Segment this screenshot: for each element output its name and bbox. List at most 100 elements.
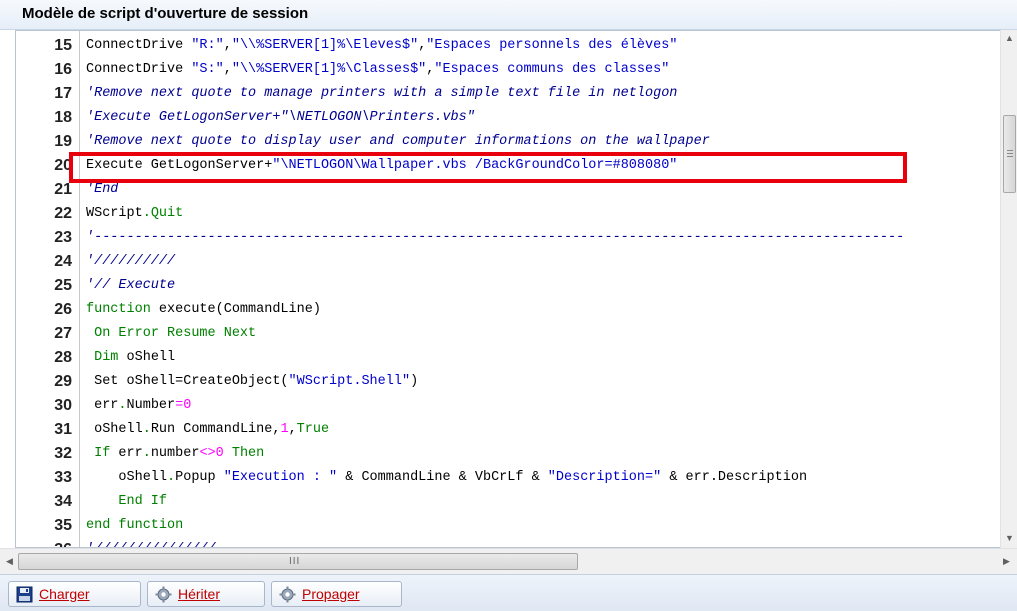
code-token: & CommandLine & VbCrLf &	[337, 470, 548, 485]
code-line[interactable]: On Error Resume Next	[86, 322, 256, 346]
code-token: ,	[223, 62, 232, 77]
code-line[interactable]: err.Number=0	[86, 394, 191, 418]
code-token: Quit	[150, 206, 184, 221]
code-token: "\\%SERVER[1]%\Classes$"	[231, 62, 427, 77]
code-line[interactable]: 'Remove next quote to manage printers wi…	[86, 82, 677, 106]
code-token: "R:"	[191, 38, 224, 53]
code-line[interactable]: '//////////	[86, 250, 175, 274]
panel-title: Modèle de script d'ouverture de session	[22, 5, 309, 22]
code-token: On Error Resume Next	[94, 326, 257, 341]
code-token: If	[94, 446, 111, 461]
code-token: ,	[223, 38, 232, 53]
code-token: End If	[118, 494, 168, 509]
horizontal-scrollbar[interactable]: ◀ III ▶	[0, 548, 1017, 574]
scroll-left-icon[interactable]: ◀	[1, 553, 18, 570]
code-token: oShell	[86, 470, 168, 485]
code-token: Number	[126, 398, 176, 413]
bottom-toolbar: Charger Hériter Propager	[0, 574, 1017, 611]
scroll-down-icon[interactable]: ▼	[1001, 530, 1017, 547]
line-number: 15	[54, 37, 72, 54]
line-number: 33	[54, 469, 72, 486]
code-token: ConnectDrive	[86, 38, 192, 53]
code-token: .	[142, 206, 151, 221]
line-number: 31	[54, 421, 72, 438]
line-number: 28	[54, 349, 72, 366]
scroll-right-icon[interactable]: ▶	[998, 553, 1015, 570]
line-number: 18	[54, 109, 72, 126]
code-line[interactable]: Set oShell=CreateObject("WScript.Shell")	[86, 370, 418, 394]
code-line[interactable]: '---------------------------------------…	[86, 226, 904, 250]
code-token: <>0	[199, 446, 224, 461]
line-number: 32	[54, 445, 72, 462]
code-token: "Espaces communs des classes"	[434, 62, 670, 77]
code-token: & err.Description	[661, 470, 808, 485]
code-token: =0	[175, 398, 192, 413]
code-token: Dim	[94, 350, 119, 365]
code-line[interactable]: function execute(CommandLine)	[86, 298, 321, 322]
charger-label: Charger	[39, 586, 90, 602]
horizontal-scroll-thumb[interactable]: III	[18, 553, 578, 570]
code-line[interactable]: oShell.Popup "Execution : " & CommandLin…	[86, 466, 807, 490]
line-number: 25	[54, 277, 72, 294]
panel-title-bar: Modèle de script d'ouverture de session	[0, 0, 1017, 30]
code-token: "WScript.Shell"	[288, 374, 411, 389]
charger-button[interactable]: Charger	[8, 581, 141, 607]
scroll-up-icon[interactable]: ▲	[1001, 30, 1017, 47]
code-line[interactable]: If err.number<>0 Then	[86, 442, 264, 466]
code-token: '// Execute	[86, 278, 176, 293]
code-line[interactable]: ConnectDrive "S:","\\%SERVER[1]%\Classes…	[86, 58, 669, 82]
code-editor[interactable]: 15 16 17 18 19 20 21 22 23 24 25 26 27 28 29 30 31 32 33 34…	[15, 30, 1002, 548]
line-number: 29	[54, 373, 72, 390]
code-line[interactable]: 'Remove next quote to display user and c…	[86, 130, 710, 154]
code-line[interactable]: '// Execute	[86, 274, 175, 298]
code-token: .	[118, 398, 127, 413]
code-line[interactable]: 'Execute GetLogonServer+"\NETLOGON\Print…	[86, 106, 475, 130]
code-token: Set oShell=CreateObject(	[86, 374, 289, 389]
vertical-scrollbar[interactable]: ▲ ▼	[1000, 30, 1017, 548]
code-line[interactable]: end function	[86, 514, 183, 538]
code-line[interactable]: oShell.Run CommandLine,1,True	[86, 418, 329, 442]
gear-icon	[155, 586, 172, 603]
line-number: 26	[54, 301, 72, 318]
code-token: execute(CommandLine)	[150, 302, 321, 317]
code-line[interactable]: Execute GetLogonServer+"\NETLOGON\Wallpa…	[86, 154, 677, 178]
code-token: end function	[86, 518, 184, 533]
code-line[interactable]: WScript.Quit	[86, 202, 183, 226]
code-token: '//////////	[86, 254, 176, 269]
code-token: .	[167, 470, 176, 485]
code-token: WScript	[86, 206, 143, 221]
code-line[interactable]: End If	[86, 490, 167, 514]
code-token: err	[86, 398, 119, 413]
code-token: Execute GetLogonServer+	[86, 158, 273, 173]
code-line[interactable]: '///////////////	[86, 538, 216, 547]
line-number: 20	[54, 157, 72, 174]
line-number: 24	[54, 253, 72, 270]
code-token: 1	[280, 422, 289, 437]
code-token: Popup	[175, 470, 224, 485]
code-token: )	[410, 374, 419, 389]
line-number: 27	[54, 325, 72, 342]
code-token: .	[142, 422, 151, 437]
code-area[interactable]: ConnectDrive "R:","\\%SERVER[1]%\Eleves$…	[80, 31, 1001, 547]
line-number: 30	[54, 397, 72, 414]
code-line[interactable]: Dim oShell	[86, 346, 175, 370]
line-number: 19	[54, 133, 72, 150]
line-number: 21	[54, 181, 72, 198]
code-token: 'Remove next quote to manage printers wi…	[86, 86, 678, 101]
code-token: err	[110, 446, 143, 461]
code-token: .	[142, 446, 151, 461]
propager-label: Propager	[302, 586, 360, 602]
heriter-button[interactable]: Hériter	[147, 581, 265, 607]
code-token: Then	[231, 446, 265, 461]
code-line[interactable]: 'End	[86, 178, 118, 202]
line-number: 22	[54, 205, 72, 222]
line-number: 35	[54, 517, 72, 534]
vertical-scroll-thumb[interactable]	[1003, 115, 1016, 193]
propager-button[interactable]: Propager	[271, 581, 402, 607]
code-line[interactable]: ConnectDrive "R:","\\%SERVER[1]%\Eleves$…	[86, 34, 677, 58]
